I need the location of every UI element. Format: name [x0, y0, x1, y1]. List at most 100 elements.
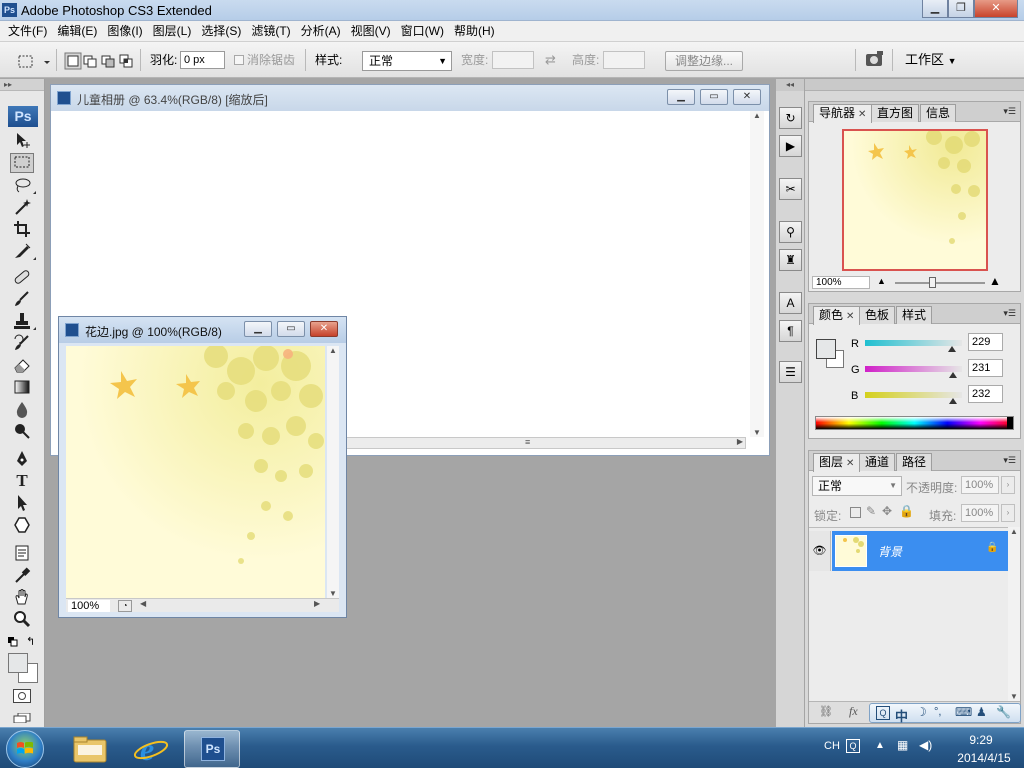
channel-r-thumb[interactable] [948, 346, 957, 352]
panel-menu-icon[interactable]: ▾☰ [1003, 308, 1016, 319]
gradient-tool-icon[interactable] [10, 377, 34, 397]
tool-preset-picker[interactable] [12, 51, 52, 71]
menu-select[interactable]: 选择(S) [196, 21, 246, 41]
ime-user-icon[interactable]: ♟ [976, 705, 987, 719]
type-tool-icon[interactable]: T [10, 471, 34, 491]
zoom-tool-icon[interactable] [10, 609, 34, 629]
blur-tool-icon[interactable] [10, 399, 34, 419]
start-button[interactable] [6, 730, 44, 768]
history-brush-tool-icon[interactable] [10, 333, 34, 353]
fill-arrow-icon[interactable]: › [1001, 504, 1015, 522]
dodge-tool-icon[interactable] [10, 421, 34, 441]
foreground-color-swatch[interactable] [8, 653, 28, 673]
close-button[interactable]: ✕ [733, 89, 761, 105]
network-icon[interactable]: ▦ [897, 738, 908, 752]
ime-tray-icon[interactable]: Q [846, 739, 860, 753]
workspace-menu[interactable]: 工作区 ▼ [905, 51, 957, 70]
tab-swatches[interactable]: 色板 [859, 306, 896, 324]
panel-grip[interactable]: ◂◂ [776, 79, 804, 91]
paragraph-panel-icon[interactable]: ¶ [779, 320, 802, 342]
scroll-right-icon[interactable]: ▶ [314, 599, 320, 608]
channel-b-input[interactable]: 232 [968, 385, 1003, 403]
channel-b-slider[interactable] [865, 392, 962, 398]
move-tool-icon[interactable] [10, 130, 34, 150]
vertical-scrollbar[interactable]: ▲ ▼ [750, 111, 764, 437]
taskbar-explorer[interactable] [62, 730, 118, 768]
tab-histogram[interactable]: 直方图 [871, 104, 920, 122]
tab-paths[interactable]: 路径 [896, 453, 933, 471]
maximize-button[interactable]: ▭ [700, 89, 728, 105]
tab-info[interactable]: 信息 [920, 104, 957, 122]
menu-analysis[interactable]: 分析(A) [296, 21, 346, 41]
tab-styles[interactable]: 样式 [896, 306, 933, 324]
fill-field[interactable]: 100% [961, 504, 999, 522]
feather-input[interactable]: 0 px [180, 51, 225, 69]
menu-filter[interactable]: 滤镜(T) [246, 21, 295, 41]
clock-time[interactable]: 9:29 [951, 733, 1011, 747]
ime-halfwidth-icon[interactable]: ☽ [916, 705, 927, 719]
color-spectrum-ramp[interactable] [815, 416, 1014, 430]
slice-tool-icon[interactable] [10, 241, 36, 261]
clone-source-panel-icon[interactable]: ♜ [779, 249, 802, 271]
menu-window[interactable]: 窗口(W) [396, 21, 449, 41]
taskbar-photoshop[interactable]: Ps [184, 730, 240, 768]
ime-punctuation[interactable]: °, [934, 706, 941, 718]
style-select[interactable]: 正常 ▼ [362, 51, 452, 71]
ime-keyboard-icon[interactable]: ⌨ [955, 705, 972, 719]
close-button[interactable]: ✕ [974, 0, 1018, 18]
actions-panel-icon[interactable]: ▶ [779, 135, 802, 157]
ime-logo-icon[interactable]: Q [876, 706, 890, 720]
close-icon[interactable]: ✕ [846, 458, 854, 469]
channel-r-input[interactable]: 229 [968, 333, 1003, 351]
status-menu-icon[interactable]: ◔ [118, 600, 132, 612]
eyedropper-tool-icon[interactable] [10, 565, 34, 585]
tool-presets-panel-icon[interactable]: ✂ [779, 178, 802, 200]
panel-grip[interactable] [805, 79, 1024, 91]
zoom-in-icon[interactable]: ▲ [989, 274, 1001, 288]
notes-tool-icon[interactable] [10, 543, 34, 563]
rect-marquee-tool-icon[interactable] [10, 153, 34, 173]
taskbar-internet-explorer[interactable]: e [123, 730, 179, 768]
tray-expand-icon[interactable]: ▲ [875, 740, 885, 751]
lock-image-icon[interactable]: ✎ [866, 504, 876, 518]
brushes-panel-icon[interactable]: ⚲ [779, 221, 802, 243]
channel-b-thumb[interactable] [949, 398, 958, 404]
height-input[interactable] [603, 51, 645, 69]
tab-navigator[interactable]: 导航器 ✕ [813, 104, 873, 123]
healing-brush-tool-icon[interactable] [10, 267, 34, 287]
lock-transparent-icon[interactable] [850, 507, 861, 518]
tab-channels[interactable]: 通道 [859, 453, 896, 471]
minimize-button[interactable]: ▁ [922, 0, 948, 18]
photoshop-badge[interactable]: Ps [8, 106, 38, 127]
layer-row-background[interactable]: 👁 背景 🔒 [809, 531, 1008, 571]
tab-layers[interactable]: 图层 ✕ [813, 453, 861, 472]
eye-icon[interactable]: 👁 [809, 531, 831, 571]
clone-stamp-tool-icon[interactable] [10, 311, 36, 331]
maximize-button[interactable]: ▭ [277, 321, 305, 337]
channel-g-slider[interactable] [865, 366, 962, 372]
panel-grip[interactable]: ▸▸ [0, 79, 44, 91]
close-button[interactable]: ✕ [310, 321, 338, 337]
pen-tool-icon[interactable] [10, 449, 34, 469]
opacity-arrow-icon[interactable]: › [1001, 476, 1015, 494]
document-titlebar[interactable]: 花边.jpg @ 100%(RGB/8) ▁ ▭ ✕ [59, 317, 346, 343]
restore-button[interactable]: ❐ [948, 0, 974, 18]
channel-g-input[interactable]: 231 [968, 359, 1003, 377]
width-input[interactable] [492, 51, 534, 69]
hand-tool-icon[interactable] [10, 587, 34, 607]
zoom-slider-thumb[interactable] [929, 277, 936, 288]
layer-style-icon[interactable]: fx [849, 704, 858, 719]
refine-edge-button[interactable]: 调整边缘... [665, 51, 743, 71]
add-selection-icon[interactable] [83, 55, 97, 68]
close-icon[interactable]: ✕ [858, 109, 866, 120]
link-layers-icon[interactable]: ⛓ [819, 705, 833, 718]
crop-tool-icon[interactable] [10, 219, 34, 239]
layer-comps-panel-icon[interactable]: ☰ [779, 361, 802, 383]
zoom-field[interactable]: 100% [68, 600, 110, 612]
swap-icon[interactable]: ⇄ [545, 51, 556, 69]
character-panel-icon[interactable]: A [779, 292, 802, 314]
minimize-button[interactable]: ▁ [667, 89, 695, 105]
navigator-zoom-field[interactable]: 100% [812, 276, 870, 289]
path-selection-tool-icon[interactable] [10, 493, 34, 513]
eraser-tool-icon[interactable] [10, 355, 34, 375]
